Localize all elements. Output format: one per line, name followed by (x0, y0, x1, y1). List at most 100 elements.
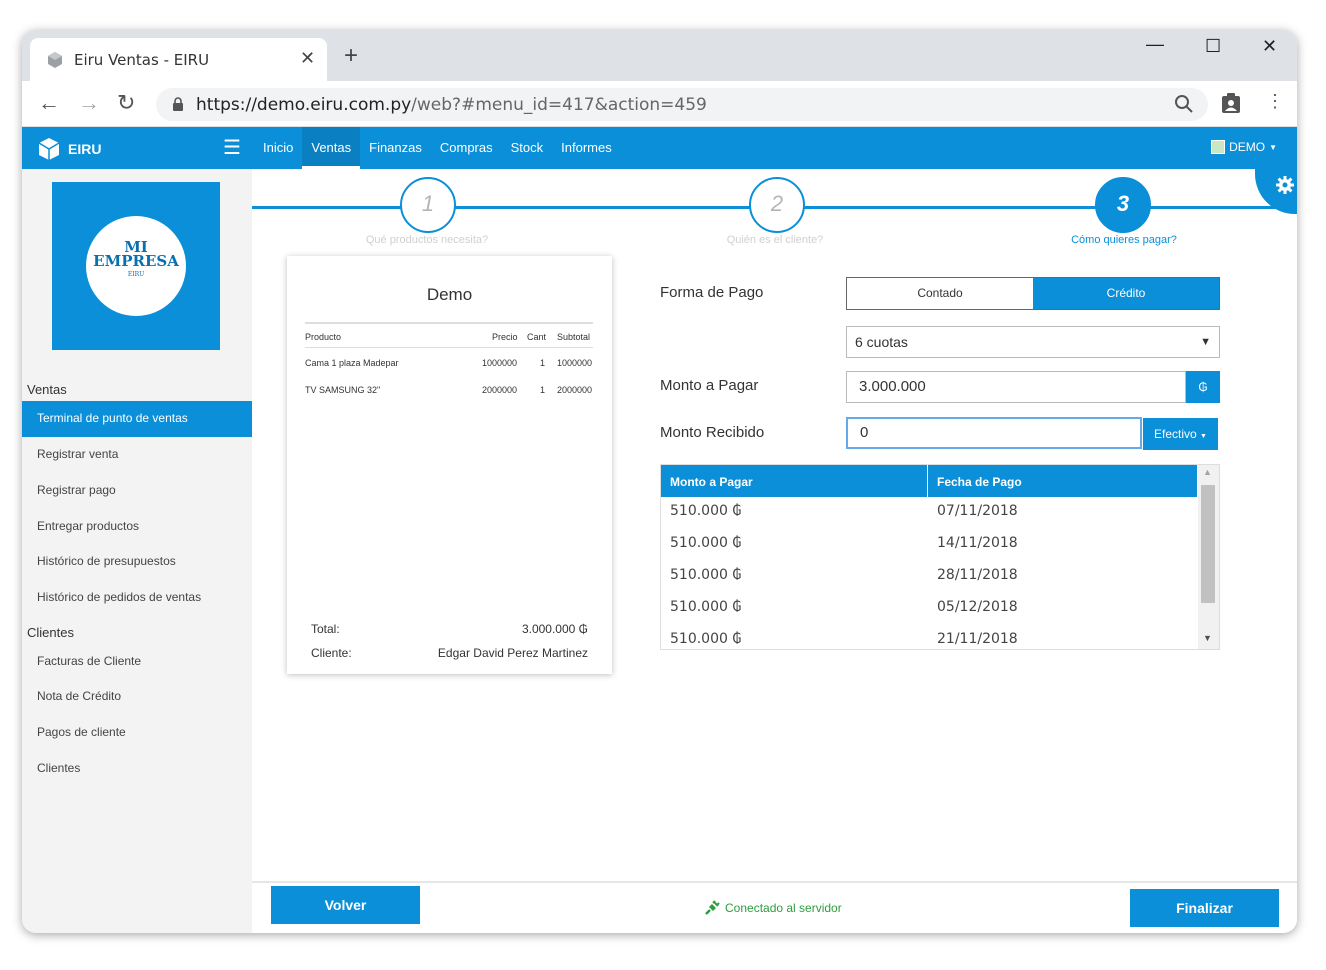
connection-status: Conectado al servidor (704, 900, 842, 916)
monto-recibido-input[interactable]: 0 (846, 417, 1142, 449)
step-2[interactable]: 2 (749, 177, 805, 233)
cuotas-value: 6 cuotas (855, 334, 908, 350)
sidebar-item-registrar-venta[interactable]: Registrar venta (22, 437, 252, 473)
nav-inicio[interactable]: Inicio (254, 127, 302, 169)
payment-type-toggle: Contado Crédito (846, 277, 1220, 310)
sidebar-item-pagos-cliente[interactable]: Pagos de cliente (22, 715, 252, 751)
url-text: https://demo.eiru.com.py/web?#menu_id=41… (196, 95, 707, 115)
table-scrollbar[interactable]: ▲ ▼ (1198, 465, 1219, 649)
back-icon[interactable]: ← (38, 92, 60, 114)
user-menu[interactable]: DEMO ▼ (1211, 140, 1277, 154)
user-name: DEMO (1229, 140, 1266, 154)
nav-compras[interactable]: Compras (431, 127, 502, 169)
address-bar: ← → ↻ https://demo.eiru.com.py/web?#menu… (22, 81, 1297, 127)
close-window-icon[interactable]: ✕ (1262, 36, 1277, 57)
sidebar-item-historico-pedidos[interactable]: Histórico de pedidos de ventas (22, 580, 252, 616)
menu-dots-icon[interactable]: ⋮ (1266, 92, 1284, 110)
nav-stock[interactable]: Stock (502, 127, 553, 169)
credito-option[interactable]: Crédito (1033, 278, 1219, 309)
sidebar-item-terminal[interactable]: Terminal de punto de ventas (22, 401, 252, 437)
tab-title: Eiru Ventas - EIRU (74, 51, 210, 69)
col-cant: Cant (527, 332, 547, 342)
zoom-icon[interactable] (1174, 94, 1194, 114)
row-date: 21/11/2018 (937, 631, 1018, 647)
nav-ventas[interactable]: Ventas (302, 127, 361, 169)
hamburger-menu-icon[interactable]: ☰ (223, 138, 241, 158)
receipt-header-row: Producto Precio Cant Subtotal (305, 322, 593, 348)
row-amount: 510.000 ₲ (670, 631, 742, 647)
section-clientes: Clientes (27, 625, 74, 640)
sidebar-item-entregar-productos[interactable]: Entregar productos (22, 509, 252, 545)
table-row[interactable]: 510.000 ₲ 21/11/2018 (661, 625, 1197, 649)
total-label: Total: (311, 622, 340, 636)
step-1[interactable]: 1 (400, 177, 456, 233)
table-row[interactable]: 510.000 ₲ 14/11/2018 (661, 529, 1197, 561)
browser-tab[interactable]: Eiru Ventas - EIRU ✕ (30, 38, 327, 81)
logo-line2: EMPRESA (93, 252, 179, 270)
scroll-down-icon[interactable]: ▼ (1203, 633, 1212, 643)
sidebar-item-historico-presupuestos[interactable]: Histórico de presupuestos (22, 544, 252, 580)
brand-cube-icon (38, 138, 60, 160)
maximize-icon[interactable]: ☐ (1205, 36, 1221, 57)
sidebar: MI EMPRESA EIRU Ventas Terminal de punto… (22, 169, 252, 933)
scroll-thumb[interactable] (1201, 485, 1215, 603)
receipt-price: 1000000 (482, 358, 518, 368)
caret-down-icon: ▼ (1269, 142, 1277, 152)
receipt-title: Demo (426, 285, 473, 304)
profile-icon[interactable] (1220, 92, 1242, 114)
cuotas-select[interactable]: 6 cuotas ▼ (846, 326, 1220, 358)
avatar (1211, 140, 1226, 154)
monto-recibido-label: Monto Recibido (660, 424, 765, 441)
contado-option[interactable]: Contado (847, 278, 1033, 309)
table-row[interactable]: 510.000 ₲ 28/11/2018 (661, 561, 1197, 593)
monto-pagar-input[interactable]: 3.000.000 (846, 371, 1186, 403)
dropdown-arrow-icon: ▼ (1200, 336, 1211, 348)
reload-icon[interactable]: ↻ (117, 92, 135, 114)
table-row[interactable]: 510.000 ₲ 05/12/2018 (661, 593, 1197, 625)
finalizar-button[interactable]: Finalizar (1130, 889, 1279, 927)
row-amount: 510.000 ₲ (670, 599, 742, 615)
sidebar-item-nota-credito[interactable]: Nota de Crédito (22, 679, 252, 715)
url-field[interactable]: https://demo.eiru.com.py/web?#menu_id=41… (156, 88, 1208, 121)
client-value: Edgar David Perez Martinez (437, 646, 588, 660)
step-3-label: Cómo quieres pagar? (1071, 234, 1177, 246)
currency-addon: ₲ (1186, 371, 1220, 403)
row-date: 14/11/2018 (937, 535, 1018, 551)
new-tab-icon[interactable]: + (344, 44, 358, 68)
company-logo: MI EMPRESA EIRU (52, 182, 220, 350)
total-value: 3.000.000 ₲ (521, 622, 588, 636)
receipt-qty: 1 (540, 358, 546, 368)
nav-informes[interactable]: Informes (552, 127, 621, 169)
sidebar-item-clientes[interactable]: Clientes (22, 751, 252, 787)
sidebar-item-registrar-pago[interactable]: Registrar pago (22, 473, 252, 509)
status-text: Conectado al servidor (725, 901, 842, 915)
table-row[interactable]: 510.000 ₲ 07/11/2018 (661, 497, 1197, 529)
monto-pagar-label: Monto a Pagar (660, 377, 759, 394)
forma-pago-label: Forma de Pago (660, 284, 764, 301)
sidebar-item-facturas[interactable]: Facturas de Cliente (22, 644, 252, 680)
row-amount: 510.000 ₲ (670, 503, 742, 519)
step-3[interactable]: 3 (1095, 177, 1151, 233)
minimize-icon[interactable]: — (1146, 34, 1164, 55)
receipt-price: 2000000 (482, 385, 518, 395)
nav-finanzas[interactable]: Finanzas (360, 127, 431, 169)
step-2-label: Quién es el cliente? (726, 234, 824, 246)
main-panel: 1 2 3 Qué productos necesita? Quién es e… (252, 164, 1297, 933)
col-subtotal: Subtotal (557, 332, 591, 342)
back-button[interactable]: Volver (271, 886, 420, 924)
col-fecha: Fecha de Pago (937, 475, 1022, 489)
plug-icon (705, 900, 720, 915)
logo-circle: MI EMPRESA EIRU (86, 216, 186, 316)
scroll-up-icon[interactable]: ▲ (1203, 467, 1212, 477)
gear-icon (1275, 175, 1295, 200)
receipt-subtotal: 1000000 (557, 358, 593, 368)
top-nav: Inicio Ventas Finanzas Compras Stock Inf… (254, 127, 621, 169)
receipt-preview: Demo Producto Precio Cant Subtotal Cama … (287, 256, 612, 674)
payment-method-dropdown[interactable]: Efectivo ▼ (1143, 418, 1218, 450)
brand[interactable]: EIRU (36, 136, 101, 162)
forward-icon[interactable]: → (78, 92, 100, 114)
row-date: 07/11/2018 (937, 503, 1018, 519)
close-tab-icon[interactable]: ✕ (300, 48, 315, 69)
payment-method-label: Efectivo (1154, 427, 1197, 441)
installments-table: Monto a Pagar Fecha de Pago 510.000 ₲ 07… (660, 464, 1220, 650)
